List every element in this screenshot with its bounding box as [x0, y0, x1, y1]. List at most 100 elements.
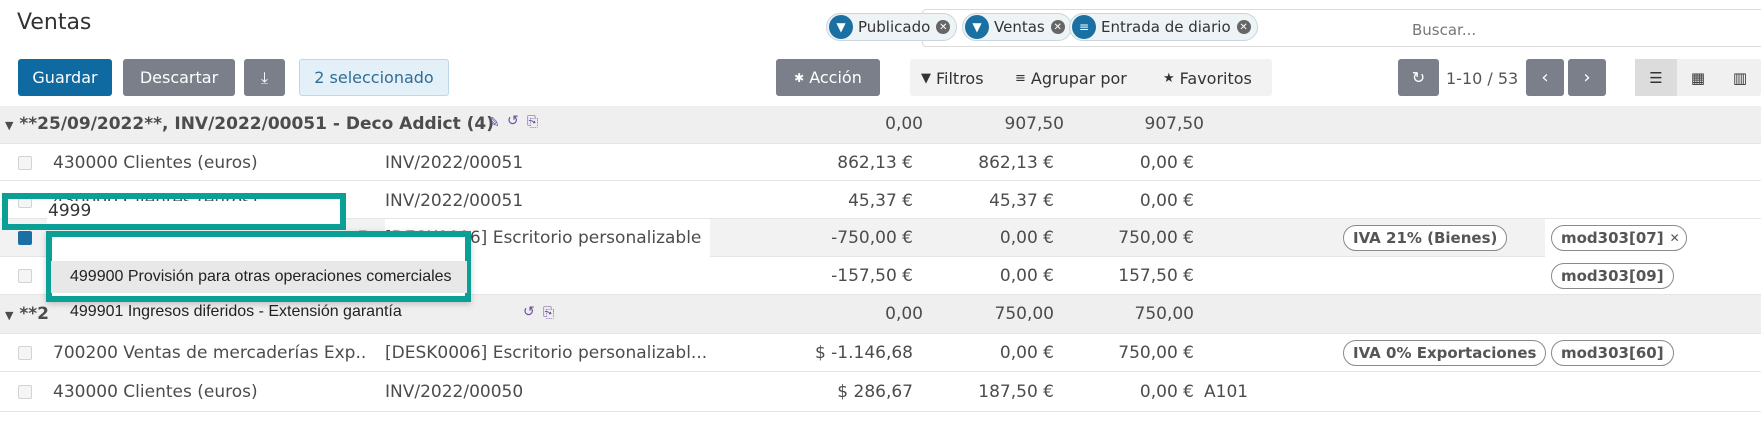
amount-cell: 45,37 €: [848, 191, 913, 211]
row-checkbox[interactable]: [18, 346, 32, 360]
analytic-cell[interactable]: A101: [1204, 382, 1284, 402]
debit-cell[interactable]: 45,37 €: [920, 191, 1054, 211]
remove-facet-icon[interactable]: ✕: [1050, 20, 1065, 34]
refresh-button[interactable]: ↻: [1398, 59, 1439, 96]
credit-cell[interactable]: 0,00 €: [1060, 191, 1194, 211]
debit-cell[interactable]: 0,00 €: [920, 343, 1054, 363]
copy-icon[interactable]: ⎘: [527, 114, 538, 130]
tax-tag-label: IVA 21% (Bienes): [1353, 229, 1498, 247]
gear-icon: ✱: [794, 70, 805, 85]
remove-tag-icon[interactable]: ✕: [1670, 231, 1680, 245]
list-view-icon: ☰: [1649, 68, 1663, 87]
discard-button[interactable]: Descartar: [123, 59, 235, 96]
credit-cell[interactable]: 750,00 €: [1060, 228, 1194, 248]
facet-entrada-diario[interactable]: ≡ Entrada de diario ✕: [1069, 13, 1258, 41]
label-cell[interactable]: [DESK0006] Escritorio personalizabl...: [385, 343, 710, 363]
tax-grid-tag[interactable]: mod303[07] ✕: [1551, 225, 1687, 251]
amount-cell: -750,00 €: [831, 228, 913, 248]
favorites-button[interactable]: ★ Favoritos: [1163, 69, 1252, 88]
credit-cell[interactable]: 0,00 €: [1060, 382, 1194, 402]
tax-tag[interactable]: IVA 0% Exportaciones: [1343, 340, 1547, 366]
download-button[interactable]: ⤓: [244, 59, 285, 96]
action-label: Acción: [809, 68, 862, 87]
facet-ventas[interactable]: ▼ Ventas ✕: [962, 13, 1072, 41]
caret-down-icon: ▼: [5, 309, 14, 322]
debit-cell[interactable]: 862,13 €: [920, 153, 1054, 173]
filter-icon: ▼: [965, 15, 989, 39]
selected-count-badge[interactable]: 2 seleccionado: [299, 59, 449, 96]
remove-facet-icon[interactable]: ✕: [1236, 20, 1251, 34]
amount-cell: -157,50 €: [831, 266, 913, 286]
tax-grid-tag-label: mod303[07]: [1561, 229, 1664, 247]
action-button[interactable]: ✱ Acción: [776, 59, 880, 96]
credit-cell[interactable]: 0,00 €: [1060, 153, 1194, 173]
refresh-icon: ↻: [1411, 68, 1426, 87]
chevron-right-icon: ›: [1583, 67, 1591, 88]
pager-previous-button[interactable]: ‹: [1526, 59, 1564, 96]
reset-icon[interactable]: ↺: [523, 304, 535, 320]
row-checkbox[interactable]: [18, 156, 32, 170]
credit-cell[interactable]: 750,00 €: [1060, 343, 1194, 363]
reset-icon[interactable]: ↺: [507, 113, 519, 129]
filter-icon: ▼: [829, 15, 853, 39]
label-cell[interactable]: INV/2022/00051: [385, 191, 705, 211]
tax-grid-tag-label: mod303[60]: [1561, 344, 1664, 362]
label-cell[interactable]: INV/2022/00051: [385, 153, 705, 173]
tax-tag[interactable]: IVA 21% (Bienes): [1343, 225, 1508, 251]
group-by-icon: ≡: [1072, 15, 1096, 39]
group-toggle[interactable]: ▼ **25/09/2022**, INV/2022/00051 - Deco …: [5, 114, 494, 134]
pager-next-button[interactable]: ›: [1568, 59, 1606, 96]
group-debit: 907,50: [1004, 114, 1064, 134]
group-credit: 907,50: [1144, 114, 1204, 134]
caret-down-icon: ▼: [5, 119, 14, 132]
amount-cell: 862,13 €: [837, 153, 913, 173]
page-title: Ventas: [17, 10, 92, 35]
pager-value[interactable]: 1-10 / 53: [1446, 69, 1518, 88]
pivot-view-icon: ▦: [1690, 68, 1706, 87]
amount-cell: $ -1.146,68: [814, 343, 913, 363]
tax-grid-tag-label: mod303[09]: [1561, 267, 1664, 285]
tax-tag-label: IVA 0% Exportaciones: [1353, 344, 1537, 362]
download-icon: ⤓: [260, 67, 269, 87]
credit-cell[interactable]: 157,50 €: [1060, 266, 1194, 286]
facet-publicado[interactable]: ▼ Publicado ✕: [826, 13, 958, 41]
row-checkbox[interactable]: [18, 269, 32, 283]
facet-label: Ventas: [994, 18, 1045, 36]
list-view-button[interactable]: ☰: [1635, 59, 1677, 96]
copy-icon[interactable]: ⎘: [543, 305, 554, 321]
remove-facet-icon[interactable]: ✕: [936, 20, 951, 34]
label-cell[interactable]: INV/2022/00050: [385, 382, 705, 402]
debit-cell[interactable]: 187,50 €: [920, 382, 1054, 402]
debit-cell[interactable]: 0,00 €: [920, 228, 1054, 248]
facet-label: Entrada de diario: [1101, 18, 1231, 36]
dropdown-option[interactable]: 499901 Ingresos diferidos - Extensión ga…: [51, 296, 467, 328]
group-balance: 0,00: [885, 304, 923, 324]
search-input[interactable]: Buscar...: [1412, 21, 1476, 39]
star-icon: ★: [1163, 71, 1175, 86]
edit-icon[interactable]: ✎: [488, 115, 500, 131]
highlight-box: [2, 193, 346, 230]
account-cell[interactable]: 700200 Ventas de mercaderías Exp...: [53, 343, 368, 363]
group-credit: 750,00: [1134, 304, 1194, 324]
tax-grid-tag[interactable]: mod303[09]: [1551, 263, 1674, 289]
tax-grid-tag[interactable]: mod303[60]: [1551, 340, 1674, 366]
group-label: **2: [19, 304, 49, 324]
filter-icon: ▼: [921, 71, 931, 86]
row-checkbox-checked[interactable]: [18, 231, 32, 245]
groupby-label: Agrupar por: [1030, 69, 1127, 88]
graph-view-icon: ▥: [1732, 68, 1748, 87]
debit-cell[interactable]: 0,00 €: [920, 266, 1054, 286]
group-debit: 750,00: [994, 304, 1054, 324]
favorites-label: Favoritos: [1179, 69, 1252, 88]
filters-button[interactable]: ▼ Filtros: [921, 69, 984, 88]
pivot-view-button[interactable]: ▦: [1677, 59, 1719, 96]
graph-view-button[interactable]: ▥: [1719, 59, 1761, 96]
account-cell[interactable]: 430000 Clientes (euros): [53, 382, 343, 402]
save-button[interactable]: Guardar: [18, 59, 112, 96]
group-toggle[interactable]: ▼ **2: [5, 304, 49, 324]
account-cell[interactable]: 430000 Clientes (euros): [53, 153, 343, 173]
groupby-button[interactable]: ≡ Agrupar por: [1015, 69, 1127, 88]
dropdown-option[interactable]: 499900 Provisión para otras operaciones …: [51, 261, 467, 293]
group-by-icon: ≡: [1015, 71, 1026, 86]
row-checkbox[interactable]: [18, 385, 32, 399]
